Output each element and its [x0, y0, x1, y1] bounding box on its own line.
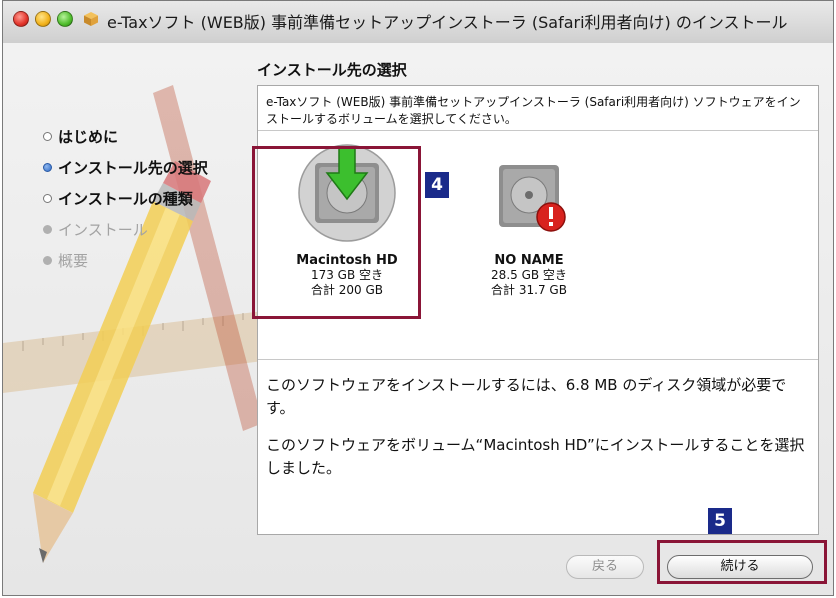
step-label: インストールの種類 — [58, 190, 193, 208]
step-install-type: インストールの種類 — [43, 183, 208, 214]
step-label: はじめに — [58, 128, 119, 146]
hard-disk-warning-icon — [499, 165, 566, 232]
selected-volume-text: このソフトウェアをボリューム“Macintosh HD”にインストールすることを… — [266, 436, 805, 477]
page-heading: インストール先の選択 — [257, 61, 407, 79]
selection-info: このソフトウェアをインストールするには、6.8 MB のディスク領域が必要です。… — [266, 374, 806, 494]
step-install: インストール — [43, 214, 208, 245]
zoom-window-button[interactable] — [57, 11, 73, 27]
step-label: インストール — [58, 221, 148, 239]
disk-space-required-text: このソフトウェアをインストールするには、6.8 MB のディスク領域が必要です。 — [266, 376, 787, 417]
volume-total-space: 合計 31.7 GB — [491, 283, 567, 297]
minimize-window-button[interactable] — [35, 11, 51, 27]
volume-name: NO NAME — [494, 253, 564, 268]
volume-highlight-callout — [252, 146, 421, 319]
volume-no-name[interactable]: NO NAME 28.5 GB 空き 合計 31.7 GB — [454, 143, 604, 298]
package-icon — [84, 12, 98, 26]
destination-description: e-Taxソフト (WEB版) 事前準備セットアップインストーラ (Safari… — [266, 95, 801, 126]
step-label: 概要 — [58, 252, 89, 270]
step-introduction: はじめに — [43, 121, 208, 152]
step-number-badge: 4 — [425, 172, 449, 198]
step-bullet-icon — [43, 163, 52, 172]
step-summary: 概要 — [43, 245, 208, 276]
step-bullet-icon — [43, 132, 52, 141]
close-window-button[interactable] — [13, 11, 29, 27]
volume-free-space: 28.5 GB 空き — [491, 268, 567, 282]
title-bar: e-Taxソフト (WEB版) 事前準備セットアップインストーラ (Safari… — [3, 1, 833, 44]
step-bullet-icon — [43, 225, 52, 234]
step-label: インストール先の選択 — [58, 159, 208, 177]
step-number-badge: 5 — [708, 508, 732, 534]
step-destination: インストール先の選択 — [43, 152, 208, 183]
window-title: e-Taxソフト (WEB版) 事前準備セットアップインストーラ (Safari… — [107, 13, 788, 32]
continue-highlight-callout — [657, 540, 827, 584]
back-button[interactable]: 戻る — [566, 555, 644, 579]
step-bullet-icon — [43, 256, 52, 265]
installer-steps: はじめに インストール先の選択 インストールの種類 インストール 概要 — [43, 121, 208, 276]
step-bullet-icon — [43, 194, 52, 203]
